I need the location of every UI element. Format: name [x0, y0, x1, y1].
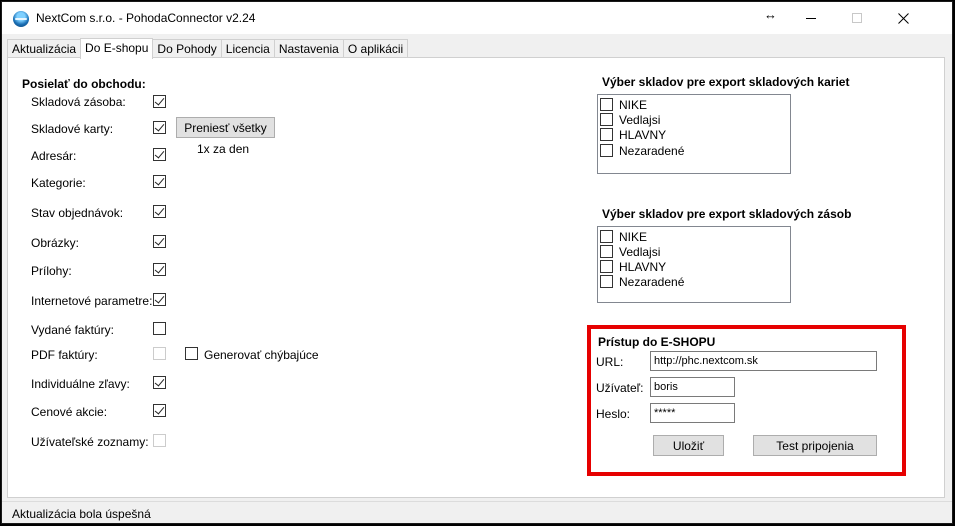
maximize-icon	[852, 13, 862, 23]
tab-o-aplikacii[interactable]: O aplikácii	[342, 39, 409, 58]
stock-cards-listbox[interactable]: NIKE Vedlajsi HLAVNY Nezaradené	[597, 94, 791, 174]
minimize-icon	[806, 17, 816, 19]
app-window: NextCom s.r.o. - PohodaConnector v2.24 ↔…	[1, 1, 953, 524]
checkbox-adresar[interactable]	[153, 148, 166, 161]
label-prilohy: Prílohy:	[31, 264, 72, 278]
frequency-label: 1x za den	[197, 142, 250, 156]
minimize-button[interactable]	[788, 2, 834, 34]
url-label: URL:	[596, 355, 624, 369]
list-checkbox[interactable]	[600, 128, 613, 141]
user-label: Užívateľ:	[596, 381, 644, 395]
status-text: Aktualizácia bola úspešná	[12, 507, 151, 521]
save-button[interactable]: Uložiť	[653, 435, 724, 456]
checkbox-individualne-zlavy[interactable]	[153, 376, 166, 389]
window-title: NextCom s.r.o. - PohodaConnector v2.24	[36, 11, 256, 25]
close-icon	[897, 12, 909, 24]
resize-icon: ↔	[764, 7, 777, 22]
list-item[interactable]: Nezaradené	[600, 143, 684, 158]
send-section-title: Posielať do obchodu:	[22, 77, 146, 91]
label-skladova-zasoba: Skladová zásoba:	[31, 95, 126, 109]
list-checkbox[interactable]	[600, 113, 613, 126]
title-bar[interactable]: NextCom s.r.o. - PohodaConnector v2.24 ↔	[2, 2, 952, 34]
label-adresar: Adresár:	[31, 149, 77, 163]
eshop-access-title: Prístup do E-SHOPU	[598, 335, 716, 349]
list-item[interactable]: Nezaradené	[600, 274, 684, 289]
checkbox-internetove-parametre[interactable]	[153, 293, 166, 306]
stock-levels-listbox[interactable]: NIKE Vedlajsi HLAVNY Nezaradené	[597, 226, 791, 303]
list-item-label: NIKE	[619, 97, 648, 112]
list-item[interactable]: HLAVNY	[600, 259, 666, 274]
checkbox-skladove-karty[interactable]	[153, 121, 166, 134]
status-bar: Aktualizácia bola úspešná	[2, 501, 952, 523]
checkbox-pdf-faktury[interactable]	[153, 347, 166, 360]
list-item-label: Vedlajsi	[619, 112, 661, 127]
tab-do-e-shopu[interactable]: Do E-shopu	[80, 38, 154, 59]
label-vydane-faktury: Vydané faktúry:	[31, 323, 114, 337]
label-individualne-zlavy: Individuálne zľavy:	[31, 377, 130, 391]
list-item-label: Vedlajsi	[619, 244, 661, 259]
label-kategorie: Kategorie:	[31, 176, 86, 190]
password-input[interactable]: *****	[650, 403, 735, 423]
user-input[interactable]: boris	[650, 377, 735, 397]
list-item-label: Nezaradené	[619, 274, 685, 289]
label-cenove-akcie: Cenové akcie:	[31, 405, 108, 419]
tab-do-pohody[interactable]: Do Pohody	[152, 39, 222, 58]
list-checkbox[interactable]	[600, 144, 613, 157]
label-skladove-karty: Skladové karty:	[31, 122, 114, 136]
tab-aktualizacia[interactable]: Aktualizácia	[7, 39, 82, 58]
checkbox-uzivatelske-zoznamy[interactable]	[153, 434, 166, 447]
checkbox-prilohy[interactable]	[153, 263, 166, 276]
list-item-label: HLAVNY	[619, 259, 667, 274]
list-item[interactable]: NIKE	[600, 229, 647, 244]
tab-nastavenia[interactable]: Nastavenia	[273, 39, 344, 58]
label-obrazky: Obrázky:	[31, 236, 80, 250]
list-checkbox[interactable]	[600, 98, 613, 111]
list-item-label: Nezaradené	[619, 143, 685, 158]
transfer-all-button[interactable]: Preniesť všetky	[176, 117, 275, 138]
label-internetove-parametre: Internetové parametre:	[31, 294, 153, 308]
url-input[interactable]: http://phc.nextcom.sk	[650, 351, 877, 371]
stock-cards-title: Výber skladov pre export skladových kari…	[602, 75, 850, 89]
tab-licencia[interactable]: Licencia	[220, 39, 275, 58]
checkbox-vydane-faktury[interactable]	[153, 322, 166, 335]
stock-levels-title: Výber skladov pre export skladových záso…	[602, 207, 852, 221]
label-uzivatelske-zoznamy: Užívateľské zoznamy:	[31, 435, 149, 449]
list-item[interactable]: Vedlajsi	[600, 112, 660, 127]
list-item[interactable]: Vedlajsi	[600, 244, 660, 259]
list-item-label: HLAVNY	[619, 127, 667, 142]
checkbox-generovat-chybajuce[interactable]	[185, 347, 198, 360]
checkbox-kategorie[interactable]	[153, 175, 166, 188]
list-checkbox[interactable]	[600, 230, 613, 243]
checkbox-stav-objednavok[interactable]	[153, 205, 166, 218]
list-item[interactable]: NIKE	[600, 97, 647, 112]
test-connection-button[interactable]: Test pripojenia	[753, 435, 877, 456]
list-item-label: NIKE	[619, 229, 648, 244]
close-button[interactable]	[880, 2, 926, 34]
checkbox-cenove-akcie[interactable]	[153, 404, 166, 417]
list-checkbox[interactable]	[600, 245, 613, 258]
tab-strip: Aktualizácia Do E-shopu Do Pohody Licenc…	[7, 38, 409, 59]
label-pdf-faktury: PDF faktúry:	[31, 348, 98, 362]
list-checkbox[interactable]	[600, 260, 613, 273]
maximize-button[interactable]	[834, 2, 880, 34]
checkbox-obrazky[interactable]	[153, 235, 166, 248]
list-item[interactable]: HLAVNY	[600, 127, 666, 142]
tab-panel-do-e-shopu: Posielať do obchodu: Skladová zásoba: Sk…	[7, 57, 945, 498]
label-stav-objednavok: Stav objednávok:	[31, 206, 124, 220]
label-generovat-chybajuce: Generovať chýbajúce	[204, 348, 319, 362]
checkbox-skladova-zasoba[interactable]	[153, 95, 166, 108]
password-label: Heslo:	[596, 407, 631, 421]
app-logo-icon	[13, 11, 29, 27]
list-checkbox[interactable]	[600, 275, 613, 288]
